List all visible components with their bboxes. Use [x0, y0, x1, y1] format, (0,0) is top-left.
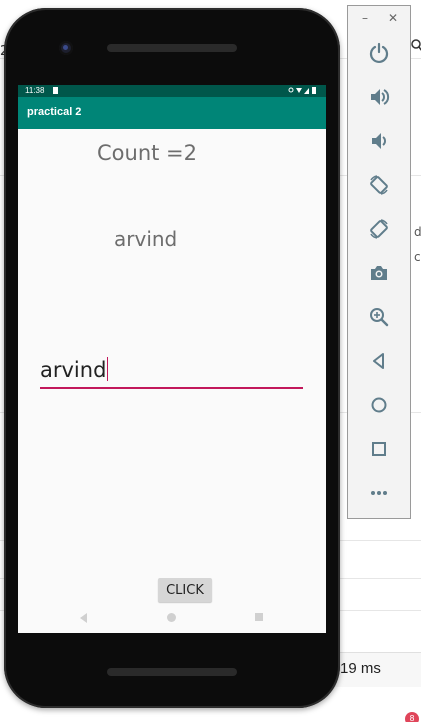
back-icon [373, 353, 384, 369]
count-label: Count =2 [97, 141, 197, 165]
status-icons [288, 86, 318, 97]
camera-icon [371, 266, 387, 280]
more-icon [371, 491, 387, 495]
rotate-right-icon [370, 219, 388, 239]
name-display: arvind [114, 227, 178, 251]
ide-status-text: 19 ms [340, 660, 381, 677]
app-bar: practical 2 [18, 97, 326, 129]
navigation-bar [18, 603, 326, 633]
overview-icon [372, 442, 386, 456]
volume-down-icon [372, 133, 386, 149]
home-icon [371, 397, 387, 413]
status-time: 11:38 [25, 86, 45, 95]
minimize-button[interactable]: – [362, 11, 368, 25]
power-icon [369, 42, 389, 64]
earpiece-speaker [107, 44, 237, 52]
screenshot-button[interactable] [362, 258, 396, 288]
volume-up-button[interactable] [362, 82, 396, 112]
ide-code-fragment: d [414, 225, 421, 239]
signal-battery-icon [288, 87, 316, 94]
rotate-left-icon [370, 175, 388, 195]
notification-badge[interactable]: 8 [405, 712, 419, 722]
nav-home-icon[interactable] [167, 613, 176, 622]
volume-up-icon [371, 89, 390, 105]
page: 2 d c 19 ms 8 11:38 [0, 0, 421, 722]
name-input-value[interactable]: arvind [40, 357, 109, 382]
name-input[interactable]: arvind [40, 357, 303, 389]
power-button[interactable] [362, 38, 396, 68]
home-button[interactable] [362, 390, 396, 420]
emulator-toolbar: – ✕ [347, 5, 411, 519]
ide-search-icon[interactable] [411, 38, 421, 52]
rotate-right-button[interactable] [362, 214, 396, 244]
rotate-left-button[interactable] [362, 170, 396, 200]
input-underline [40, 387, 303, 389]
click-button[interactable]: CLICK [158, 578, 212, 602]
nav-back-icon[interactable] [80, 613, 87, 623]
device-screen: 11:38 practical 2 Count =2 arvind arvind… [18, 85, 326, 633]
app-title: practical 2 [27, 106, 82, 118]
overview-button[interactable] [362, 434, 396, 464]
ide-code-fragment: c [414, 250, 421, 264]
zoom-button[interactable] [362, 302, 396, 332]
bottom-speaker [107, 668, 237, 676]
status-bar: 11:38 [18, 85, 326, 97]
volume-down-button[interactable] [362, 126, 396, 156]
sd-card-icon [53, 87, 58, 94]
more-button[interactable] [362, 478, 396, 508]
nav-recent-icon[interactable] [255, 613, 263, 621]
zoom-icon [370, 308, 389, 327]
text-cursor [107, 357, 109, 381]
back-button[interactable] [362, 346, 396, 376]
close-button[interactable]: ✕ [388, 11, 398, 25]
front-camera-icon [59, 41, 73, 55]
